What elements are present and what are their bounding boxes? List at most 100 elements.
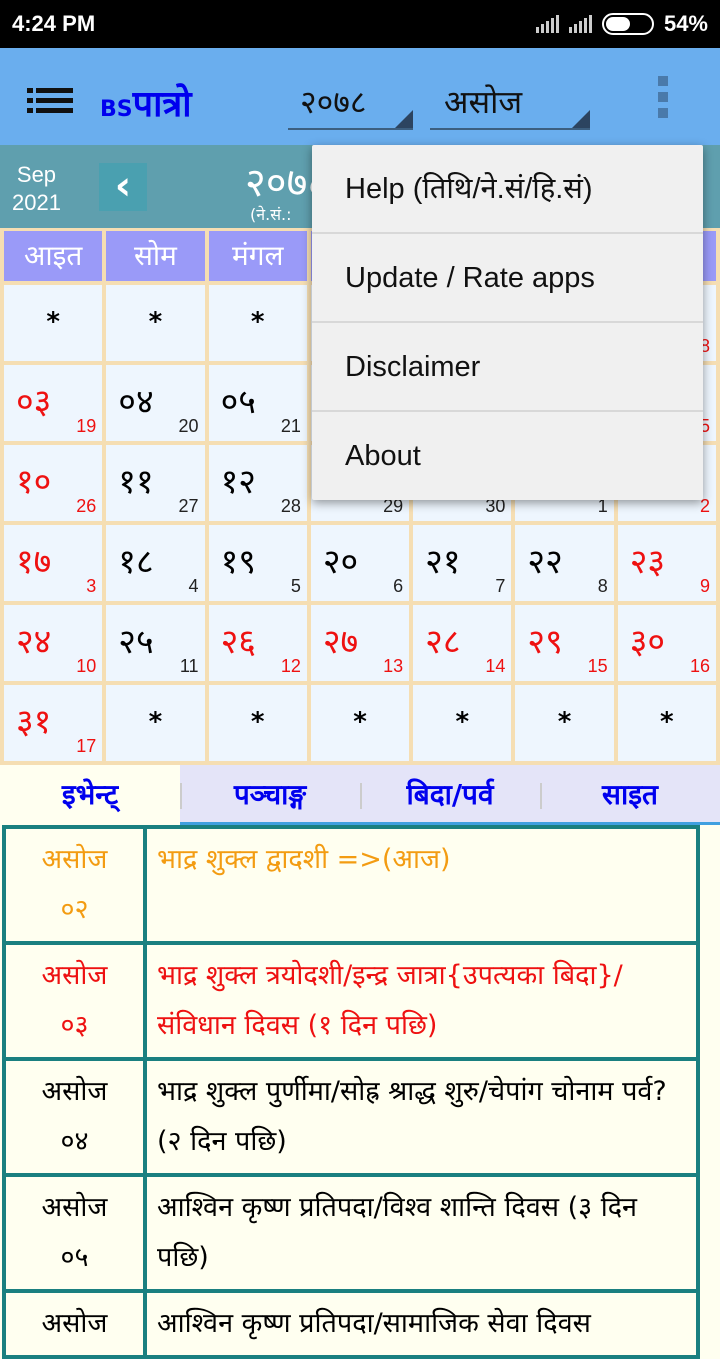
day-cell[interactable]: २४ 10 <box>4 605 103 681</box>
menu-item[interactable]: Disclaimer <box>312 323 703 412</box>
event-text: आश्विन कृष्ण प्रतिपदा/सामाजिक सेवा दिवस <box>143 1289 700 1359</box>
day-cell[interactable]: २८ 14 <box>413 605 512 681</box>
day-cell[interactable]: * <box>208 285 307 361</box>
year-dropdown[interactable]: २०७८ <box>288 80 413 130</box>
english-date: 17 <box>76 736 97 756</box>
day-cell[interactable]: १७ 3 <box>4 525 103 601</box>
day-cell[interactable]: * <box>208 685 307 761</box>
empty-day-marker: * <box>148 707 163 737</box>
day-cell[interactable]: २५ 11 <box>106 605 205 681</box>
english-month: Sep 2021 <box>12 162 61 215</box>
app-logo: BSपात्रो <box>100 84 192 125</box>
day-cell[interactable]: * <box>617 685 716 761</box>
day-cell[interactable]: * <box>413 685 512 761</box>
event-date: असोज ०२ <box>2 825 147 945</box>
day-cell[interactable]: * <box>310 685 410 761</box>
day-cell[interactable]: २१ 7 <box>413 525 512 601</box>
more-options-icon[interactable] <box>658 76 670 124</box>
clock: 4:24 PM <box>12 11 96 36</box>
english-date: 11 <box>179 656 199 676</box>
english-date: 19 <box>76 416 97 436</box>
nepali-date: २७ <box>322 622 359 662</box>
menu-item[interactable]: Update / Rate apps <box>312 234 703 323</box>
nepali-date: ०४ <box>118 382 154 422</box>
event-date: असोज ०५ <box>2 1173 147 1293</box>
day-cell[interactable]: १८ 4 <box>106 525 205 601</box>
nepali-date: २१ <box>425 542 461 582</box>
day-cell[interactable]: १९ 5 <box>208 525 307 601</box>
empty-day-marker: * <box>46 307 60 337</box>
english-date: 20 <box>178 416 199 436</box>
event-row[interactable]: असोज ०४ भाद्र शुक्ल पुर्णीमा/सोह्र श्राद्ध… <box>2 1057 700 1177</box>
event-text: भाद्र शुक्ल पुर्णीमा/सोह्र श्राद्ध शुरु/… <box>143 1057 700 1177</box>
empty-day-marker: * <box>557 707 572 737</box>
day-cell[interactable]: २७ 13 <box>310 605 410 681</box>
menu-item[interactable]: About <box>312 412 703 501</box>
english-date: 7 <box>495 576 506 596</box>
day-cell[interactable]: २३ 9 <box>617 525 716 601</box>
weekday-header: सोम <box>106 231 205 281</box>
tab-2[interactable]: पञ्चाङ्ग <box>180 765 360 825</box>
tab-4[interactable]: साइत <box>540 765 720 825</box>
day-cell[interactable]: २६ 12 <box>208 605 307 681</box>
day-cell[interactable]: १२ 28 <box>208 445 307 521</box>
event-row[interactable]: असोज ०३ भाद्र शुक्ल त्रयोदशी/इन्द्र जात्रा… <box>2 941 700 1061</box>
english-date: 14 <box>485 656 506 676</box>
empty-day-marker: * <box>148 307 163 337</box>
previous-month-button[interactable]: ‹ <box>99 163 147 211</box>
english-date: 9 <box>699 576 710 596</box>
day-cell[interactable]: ३१ 17 <box>4 685 103 761</box>
nepali-date: १९ <box>220 542 256 582</box>
day-cell[interactable]: * <box>515 685 614 761</box>
event-row[interactable]: असोज ०२ भाद्र शुक्ल द्वादशी =>(आज) <box>2 825 700 945</box>
day-cell[interactable]: * <box>106 685 205 761</box>
day-cell[interactable]: ३० 16 <box>617 605 716 681</box>
empty-day-marker: * <box>660 707 674 737</box>
empty-day-marker: * <box>250 707 265 737</box>
nepali-date: १२ <box>220 462 256 502</box>
battery-percent: 54% <box>663 11 708 36</box>
day-cell[interactable]: * <box>4 285 103 361</box>
nepali-date: २२ <box>527 542 563 582</box>
english-date: 28 <box>280 496 301 516</box>
list-menu-icon[interactable] <box>27 88 73 118</box>
event-month: असोज <box>41 844 108 875</box>
nepali-date: २४ <box>16 622 52 662</box>
empty-day-marker: * <box>250 307 265 337</box>
day-cell[interactable]: २२ 8 <box>515 525 614 601</box>
english-date: 6 <box>393 576 404 596</box>
english-date: 12 <box>280 656 301 676</box>
event-row[interactable]: असोज आश्विन कृष्ण प्रतिपदा/सामाजिक सेवा द… <box>2 1289 700 1359</box>
event-month: असोज <box>41 1076 108 1107</box>
day-cell[interactable]: * <box>106 285 205 361</box>
weekday-header: मंगल <box>208 231 307 281</box>
day-cell[interactable]: ०३ 19 <box>4 365 103 441</box>
event-day: ०४ <box>60 1126 89 1157</box>
english-date: 15 <box>587 656 608 676</box>
nepali-date: २८ <box>425 622 461 662</box>
english-date: 26 <box>76 496 97 516</box>
day-cell[interactable]: २० 6 <box>310 525 410 601</box>
event-text: भाद्र शुक्ल त्रयोदशी/इन्द्र जात्रा{उपत्य… <box>143 941 700 1061</box>
signal-icon <box>568 15 592 33</box>
english-date: 8 <box>597 576 608 596</box>
tab-1[interactable]: इभेन्ट् <box>0 765 180 825</box>
event-date: असोज ०४ <box>2 1057 147 1177</box>
day-cell[interactable]: ०४ 20 <box>106 365 205 441</box>
day-cell[interactable]: ११ 27 <box>106 445 205 521</box>
event-date: असोज ०३ <box>2 941 147 1061</box>
nepali-date: ०५ <box>220 382 256 422</box>
month-dropdown[interactable]: असोज <box>430 80 590 130</box>
event-date: असोज <box>2 1289 147 1359</box>
event-row[interactable]: असोज ०५ आश्विन कृष्ण प्रतिपदा/विश्व शान्ति… <box>2 1173 700 1293</box>
nepali-date: १० <box>16 462 52 502</box>
event-text: भाद्र शुक्ल द्वादशी =>(आज) <box>143 825 700 945</box>
tab-3[interactable]: बिदा/पर्व <box>360 765 540 825</box>
day-cell[interactable]: २९ 15 <box>515 605 614 681</box>
nepali-date: १८ <box>118 542 154 582</box>
english-date: 10 <box>76 656 97 676</box>
events-table: असोज ०२ भाद्र शुक्ल द्वादशी =>(आज) असोज ०३ भा… <box>2 825 700 1359</box>
day-cell[interactable]: ०५ 21 <box>208 365 307 441</box>
menu-item[interactable]: Help (तिथि/ने.सं/हि.सं) <box>312 145 703 234</box>
day-cell[interactable]: १० 26 <box>4 445 103 521</box>
